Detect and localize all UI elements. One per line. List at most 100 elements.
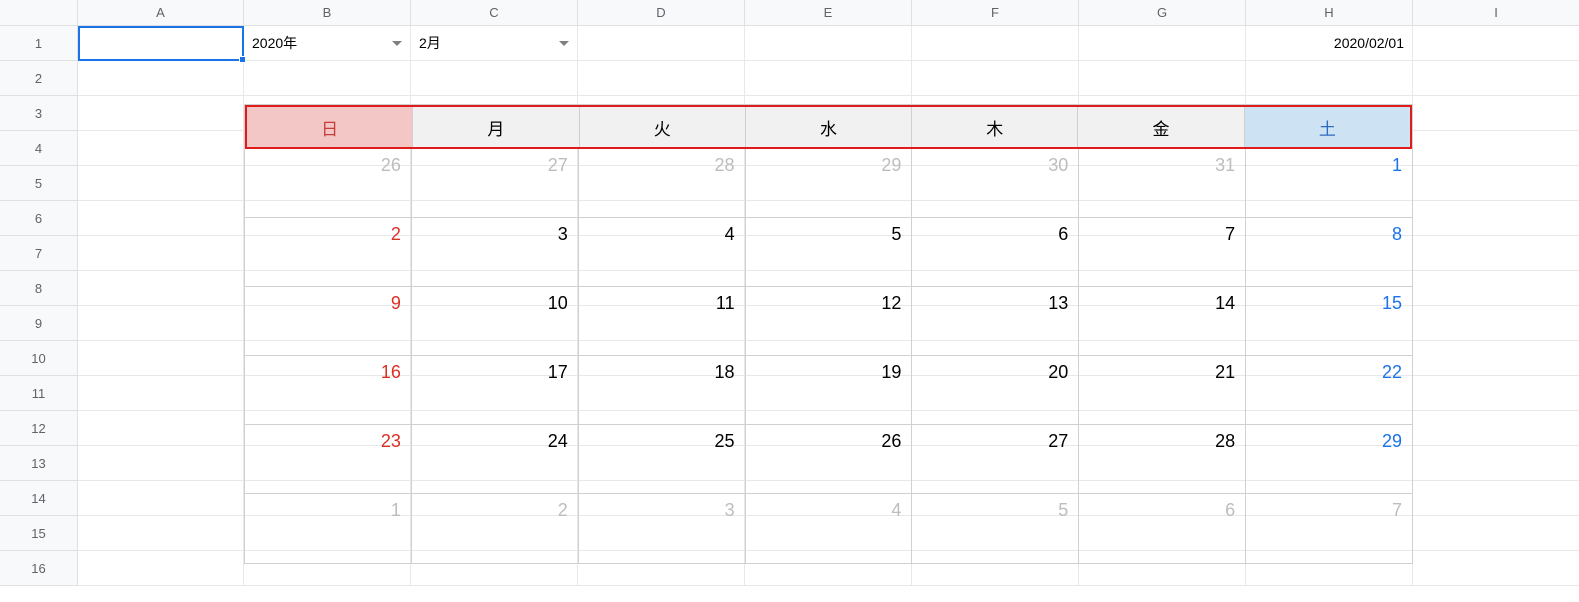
col-header-H[interactable]: H [1246, 0, 1413, 26]
col-header-A[interactable]: A [78, 0, 244, 26]
calendar-day[interactable]: 17 [412, 356, 579, 424]
cell-I15[interactable] [1413, 516, 1579, 551]
row-header-4[interactable]: 4 [0, 131, 78, 166]
cell-C1[interactable]: 2月 [411, 26, 578, 61]
calendar-day[interactable]: 27 [412, 149, 579, 217]
cell-A6[interactable] [78, 201, 244, 236]
calendar-day[interactable]: 27 [912, 425, 1079, 493]
cell-I7[interactable] [1413, 236, 1579, 271]
calendar-day[interactable]: 6 [912, 218, 1079, 286]
calendar-day[interactable]: 20 [912, 356, 1079, 424]
row-header-13[interactable]: 13 [0, 446, 78, 481]
cell-A15[interactable] [78, 516, 244, 551]
cell-D1[interactable] [578, 26, 745, 61]
year-dropdown[interactable]: 2020年 [244, 26, 410, 60]
cell-I3[interactable] [1413, 96, 1579, 131]
cell-I8[interactable] [1413, 271, 1579, 306]
row-header-9[interactable]: 9 [0, 306, 78, 341]
cell-I11[interactable] [1413, 376, 1579, 411]
cell-G2[interactable] [1079, 61, 1246, 96]
cell-I14[interactable] [1413, 481, 1579, 516]
cell-A7[interactable] [78, 236, 244, 271]
cell-E1[interactable] [745, 26, 912, 61]
calendar-day[interactable]: 26 [746, 425, 913, 493]
calendar-day[interactable]: 5 [746, 218, 913, 286]
cell-B2[interactable] [244, 61, 411, 96]
cell-I13[interactable] [1413, 446, 1579, 481]
calendar-day[interactable]: 26 [245, 149, 412, 217]
calendar-day[interactable]: 22 [1246, 356, 1412, 424]
calendar-day[interactable]: 1 [245, 494, 412, 563]
col-header-B[interactable]: B [244, 0, 411, 26]
cell-A11[interactable] [78, 376, 244, 411]
calendar-day[interactable]: 23 [245, 425, 412, 493]
calendar-day[interactable]: 28 [1079, 425, 1246, 493]
row-header-8[interactable]: 8 [0, 271, 78, 306]
row-header-6[interactable]: 6 [0, 201, 78, 236]
calendar-day[interactable]: 3 [412, 218, 579, 286]
cell-I1[interactable] [1413, 26, 1579, 61]
row-header-2[interactable]: 2 [0, 61, 78, 96]
calendar-day[interactable]: 2 [245, 218, 412, 286]
cell-H1[interactable]: 2020/02/01 [1246, 26, 1413, 61]
cell-A16[interactable] [78, 551, 244, 586]
row-header-3[interactable]: 3 [0, 96, 78, 131]
cell-I6[interactable] [1413, 201, 1579, 236]
cell-A3[interactable] [78, 96, 244, 131]
calendar-day[interactable]: 30 [912, 149, 1079, 217]
cell-A13[interactable] [78, 446, 244, 481]
calendar-day[interactable]: 31 [1079, 149, 1246, 217]
calendar-day[interactable]: 10 [412, 287, 579, 355]
calendar-day[interactable]: 25 [579, 425, 746, 493]
calendar-day[interactable]: 16 [245, 356, 412, 424]
cell-D2[interactable] [578, 61, 745, 96]
calendar-day[interactable]: 29 [746, 149, 913, 217]
cell-A4[interactable] [78, 131, 244, 166]
cell-G1[interactable] [1079, 26, 1246, 61]
row-header-11[interactable]: 11 [0, 376, 78, 411]
calendar-day[interactable]: 7 [1079, 218, 1246, 286]
calendar-day[interactable]: 12 [746, 287, 913, 355]
col-header-D[interactable]: D [578, 0, 745, 26]
col-header-G[interactable]: G [1079, 0, 1246, 26]
row-header-14[interactable]: 14 [0, 481, 78, 516]
cell-I12[interactable] [1413, 411, 1579, 446]
cell-A8[interactable] [78, 271, 244, 306]
row-header-12[interactable]: 12 [0, 411, 78, 446]
calendar-day[interactable]: 24 [412, 425, 579, 493]
calendar-day[interactable]: 3 [579, 494, 746, 563]
cell-A5[interactable] [78, 166, 244, 201]
calendar-day[interactable]: 19 [746, 356, 913, 424]
calendar-day[interactable]: 5 [912, 494, 1079, 563]
row-header-1[interactable]: 1 [0, 26, 78, 61]
row-header-16[interactable]: 16 [0, 551, 78, 586]
calendar-day[interactable]: 18 [579, 356, 746, 424]
cell-B1[interactable]: 2020年 [244, 26, 411, 61]
calendar-day[interactable]: 1 [1246, 149, 1412, 217]
col-header-C[interactable]: C [411, 0, 578, 26]
cell-I16[interactable] [1413, 551, 1579, 586]
calendar-day[interactable]: 9 [245, 287, 412, 355]
calendar-day[interactable]: 28 [579, 149, 746, 217]
calendar-day[interactable]: 8 [1246, 218, 1412, 286]
cell-I9[interactable] [1413, 306, 1579, 341]
row-header-7[interactable]: 7 [0, 236, 78, 271]
cell-I2[interactable] [1413, 61, 1579, 96]
cell-A12[interactable] [78, 411, 244, 446]
cell-E2[interactable] [745, 61, 912, 96]
col-header-I[interactable]: I [1413, 0, 1579, 26]
cell-A9[interactable] [78, 306, 244, 341]
calendar-day[interactable]: 29 [1246, 425, 1412, 493]
calendar-day[interactable]: 4 [746, 494, 913, 563]
calendar-day[interactable]: 15 [1246, 287, 1412, 355]
row-header-15[interactable]: 15 [0, 516, 78, 551]
row-header-5[interactable]: 5 [0, 166, 78, 201]
row-header-10[interactable]: 10 [0, 341, 78, 376]
calendar-day[interactable]: 11 [579, 287, 746, 355]
cell-F2[interactable] [912, 61, 1079, 96]
cell-A2[interactable] [78, 61, 244, 96]
col-header-F[interactable]: F [912, 0, 1079, 26]
calendar-day[interactable]: 14 [1079, 287, 1246, 355]
calendar-day[interactable]: 21 [1079, 356, 1246, 424]
col-header-E[interactable]: E [745, 0, 912, 26]
